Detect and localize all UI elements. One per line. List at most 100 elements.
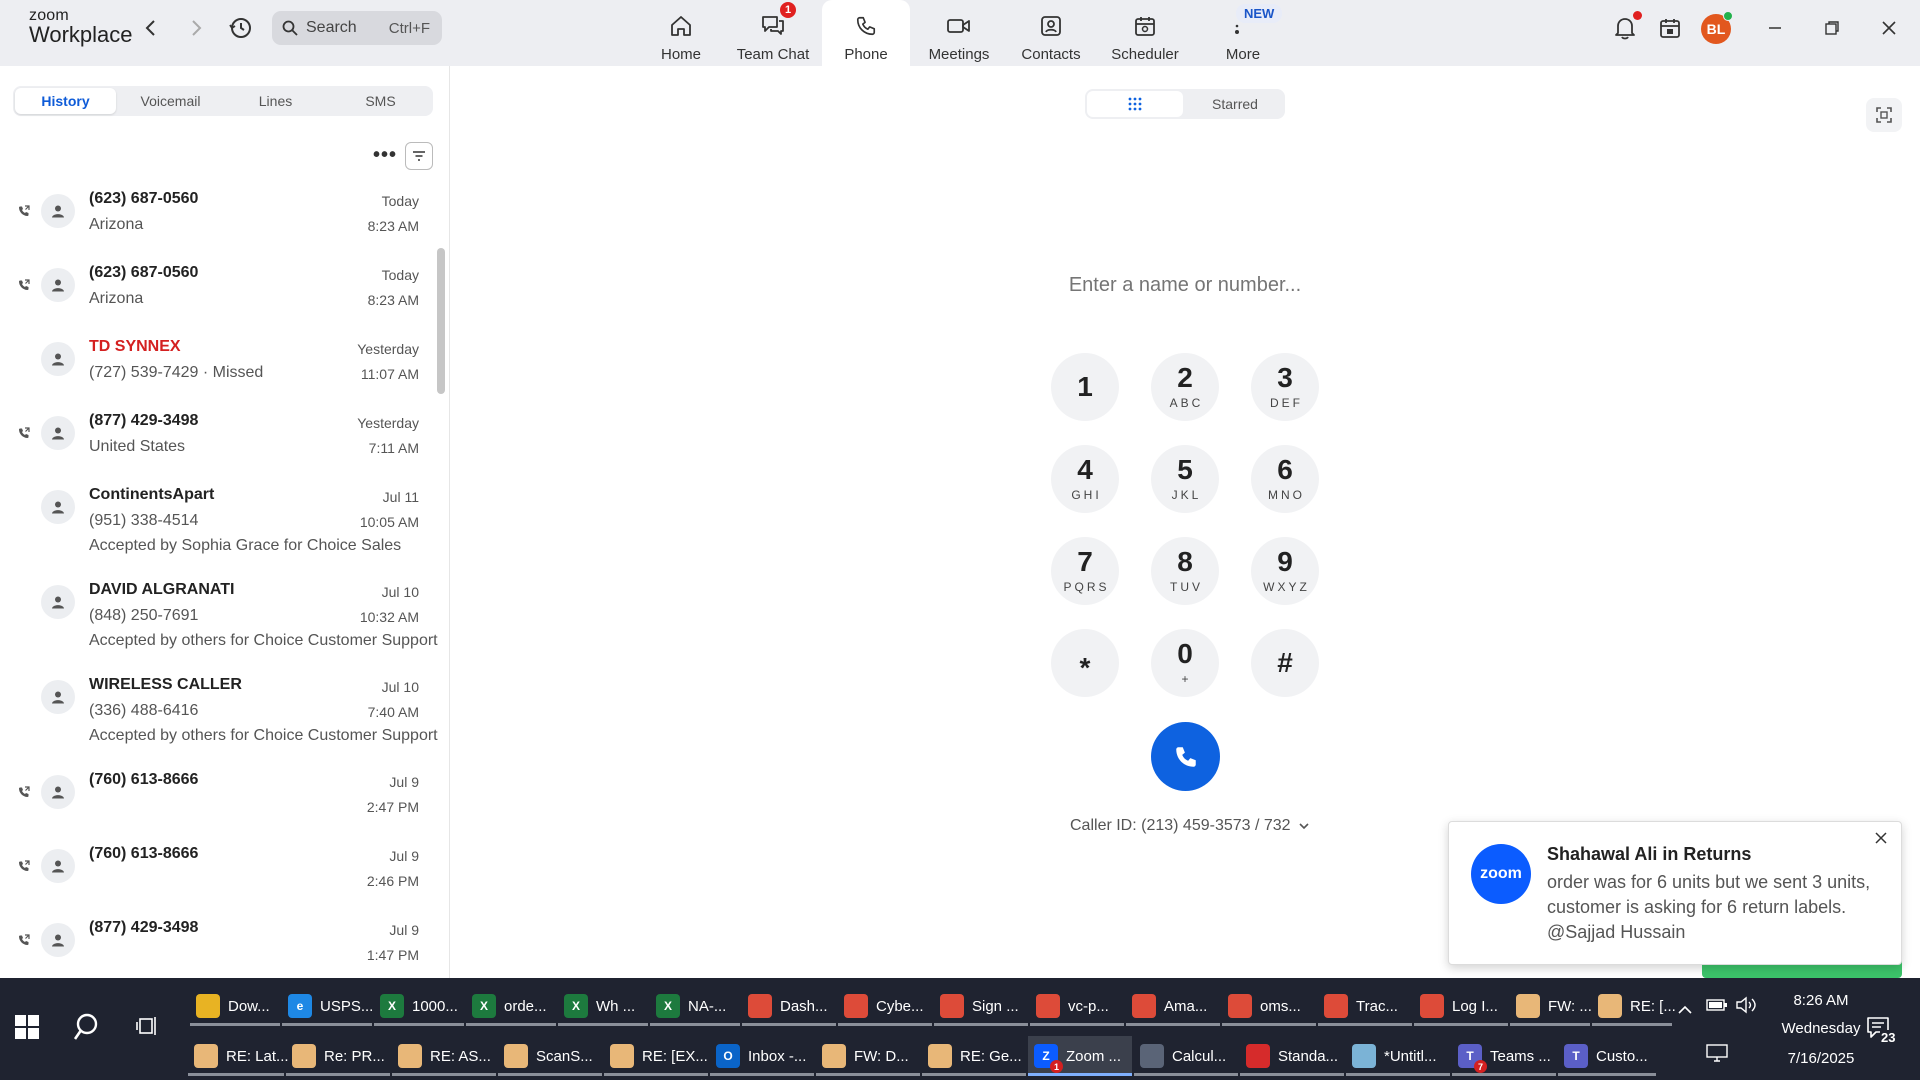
taskbar-app-button[interactable]: RE: [... [1592, 986, 1676, 1026]
taskbar-app-button[interactable]: RE: AS... [392, 1036, 496, 1076]
call-date: Today [381, 267, 419, 283]
dial-number-input[interactable] [1010, 274, 1360, 297]
taskbar-app-button[interactable]: X NA-... [650, 986, 740, 1026]
taskbar-app-button[interactable]: FW: D... [816, 1036, 920, 1076]
taskbar-app-button[interactable]: Cybe... [838, 986, 932, 1026]
taskbar-app-button[interactable]: oms... [1222, 986, 1316, 1026]
tab-sms[interactable]: SMS [330, 88, 431, 114]
taskbar-app-button[interactable]: FW: ... [1510, 986, 1592, 1026]
tab-voicemail[interactable]: Voicemail [120, 88, 221, 114]
calendar-today-icon[interactable] [1654, 12, 1686, 44]
keypad-key[interactable]: 4 GHI [1051, 445, 1119, 513]
taskbar-app-button[interactable]: Calcul... [1134, 1036, 1238, 1076]
taskbar-app-button[interactable]: Re: PR... [286, 1036, 390, 1076]
clock-time[interactable]: 8:26 AM [1776, 992, 1866, 1009]
restore-icon[interactable] [1816, 12, 1848, 44]
taskbar-search-icon[interactable] [73, 1012, 104, 1047]
tray-chevron-up-icon[interactable] [1678, 1002, 1692, 1019]
nav-meetings[interactable]: Meetings [913, 0, 1005, 66]
call-button[interactable] [1151, 722, 1220, 791]
call-history-row[interactable]: (877) 429-3498 Jul 9 1:47 PM [0, 911, 440, 985]
starred-tab[interactable]: Starred [1187, 91, 1283, 117]
forward-arrow-icon[interactable] [180, 12, 212, 44]
keypad-key[interactable]: 8 TUV [1151, 537, 1219, 605]
chat-notification-toast[interactable]: zoom Shahawal Ali in Returns order was f… [1448, 821, 1902, 965]
tab-history[interactable]: History [15, 88, 116, 114]
taskbar-app-button[interactable]: Dow... [190, 986, 280, 1026]
search-box[interactable]: Search Ctrl+F [272, 11, 442, 45]
taskbar-app-button[interactable]: T 7 Teams ... [1452, 1036, 1556, 1076]
action-center-icon[interactable]: 23 [1866, 1016, 1897, 1046]
network-icon[interactable] [1706, 1044, 1728, 1066]
keypad-key[interactable]: 6 MNO [1251, 445, 1319, 513]
keypad-key[interactable]: 0 + [1151, 629, 1219, 697]
call-name: (760) 613-8666 [89, 845, 199, 862]
taskbar-app-button[interactable]: vc-p... [1030, 986, 1124, 1026]
back-arrow-icon[interactable] [135, 12, 167, 44]
keypad-key[interactable]: 2 ABC [1151, 353, 1219, 421]
call-date: Jul 9 [389, 922, 419, 938]
taskbar-app-label: Trac... [1356, 997, 1398, 1015]
taskbar-app-button[interactable]: Ama... [1126, 986, 1220, 1026]
nav-phone[interactable]: Phone [822, 0, 910, 66]
keypad-key[interactable]: 5 JKL [1151, 445, 1219, 513]
taskbar-app-button[interactable]: T Custo... [1558, 1036, 1656, 1076]
taskbar-app-icon: Z1 [1034, 1044, 1063, 1073]
keypad-tab[interactable] [1087, 91, 1183, 117]
call-history-row[interactable]: (623) 687-0560 Arizona Today 8:23 AM [0, 182, 440, 256]
taskbar-app-button[interactable]: O Inbox -... [710, 1036, 814, 1076]
call-history-row[interactable]: ContinentsApart (951) 338-4514 Accepted by… [0, 478, 440, 573]
taskbar-app-button[interactable]: e USPS... [282, 986, 373, 1026]
call-history-row[interactable]: TD SYNNEX (727) 539-7429 · Missed Yesterda… [0, 330, 440, 404]
keypad-key[interactable]: * [1051, 629, 1119, 697]
taskbar-app-button[interactable]: RE: Ge... [922, 1036, 1026, 1076]
minimize-icon[interactable] [1759, 12, 1791, 44]
nav-scheduler[interactable]: Scheduler [1099, 0, 1191, 66]
volume-icon[interactable] [1735, 996, 1757, 1018]
taskbar-app-button[interactable]: RE: [EX... [604, 1036, 708, 1076]
task-view-icon[interactable] [136, 1014, 160, 1043]
call-history-row[interactable]: (760) 613-8666 Jul 9 2:47 PM [0, 763, 440, 837]
battery-icon[interactable] [1706, 998, 1728, 1016]
taskbar-app-button[interactable]: X 1000... [374, 986, 464, 1026]
close-icon[interactable] [1873, 12, 1905, 44]
keypad-key[interactable]: 3 DEF [1251, 353, 1319, 421]
taskbar-app-button[interactable]: Sign ... [934, 986, 1028, 1026]
clock-day[interactable]: Wednesday [1766, 1020, 1876, 1037]
taskbar-app-button[interactable]: Standa... [1240, 1036, 1344, 1076]
taskbar-app-button[interactable]: Trac... [1318, 986, 1412, 1026]
taskbar-app-button[interactable]: Dash... [742, 986, 836, 1026]
keypad-key[interactable]: 7 PQRS [1051, 537, 1119, 605]
expand-button[interactable] [1866, 98, 1902, 132]
taskbar-app-button[interactable]: X Wh ... [558, 986, 648, 1026]
call-history-row[interactable]: (877) 429-3498 United States Yesterday 7:11… [0, 404, 440, 478]
more-options-icon[interactable]: ••• [373, 144, 397, 167]
taskbar-app-button[interactable]: Z 1 Zoom ... [1028, 1036, 1132, 1076]
windows-start-icon[interactable] [14, 1014, 40, 1045]
nav-home[interactable]: Home [635, 0, 727, 66]
call-history-row[interactable]: DAVID ALGRANATI (848) 250-7691 Accepted by… [0, 573, 440, 668]
clock-date[interactable]: 7/16/2025 [1766, 1050, 1876, 1067]
call-history-row[interactable]: (623) 687-0560 Arizona Today 8:23 AM [0, 256, 440, 330]
keypad-key[interactable]: 9 WXYZ [1251, 537, 1319, 605]
taskbar-underline [392, 1073, 496, 1076]
toast-close-icon[interactable] [1871, 828, 1891, 848]
scrollbar[interactable] [437, 248, 445, 394]
caller-id-selector[interactable]: Caller ID: (213) 459-3573 / 732 [1070, 817, 1309, 835]
nav-team-chat[interactable]: 1 Team Chat [727, 0, 819, 66]
keypad-key[interactable]: # [1251, 629, 1319, 697]
taskbar-app-label: NA-... [688, 997, 727, 1015]
taskbar-app-button[interactable]: Log I... [1414, 986, 1508, 1026]
tab-lines[interactable]: Lines [225, 88, 326, 114]
call-history-row[interactable]: (760) 613-8666 Jul 9 2:46 PM [0, 837, 440, 911]
taskbar-app-button[interactable]: *Untitl... [1346, 1036, 1450, 1076]
history-clock-icon[interactable] [225, 12, 257, 44]
keypad-key[interactable]: 1 [1051, 353, 1119, 421]
taskbar-app-button[interactable]: ScanS... [498, 1036, 602, 1076]
call-name: ContinentsApart [89, 486, 215, 503]
nav-contacts[interactable]: Contacts [1005, 0, 1097, 66]
taskbar-app-button[interactable]: RE: Lat... [188, 1036, 289, 1076]
taskbar-app-button[interactable]: Xorde... [466, 986, 556, 1026]
filter-button[interactable] [405, 142, 433, 170]
call-history-row[interactable]: WIRELESS CALLER (336) 488-6416 Accepted by… [0, 668, 440, 763]
